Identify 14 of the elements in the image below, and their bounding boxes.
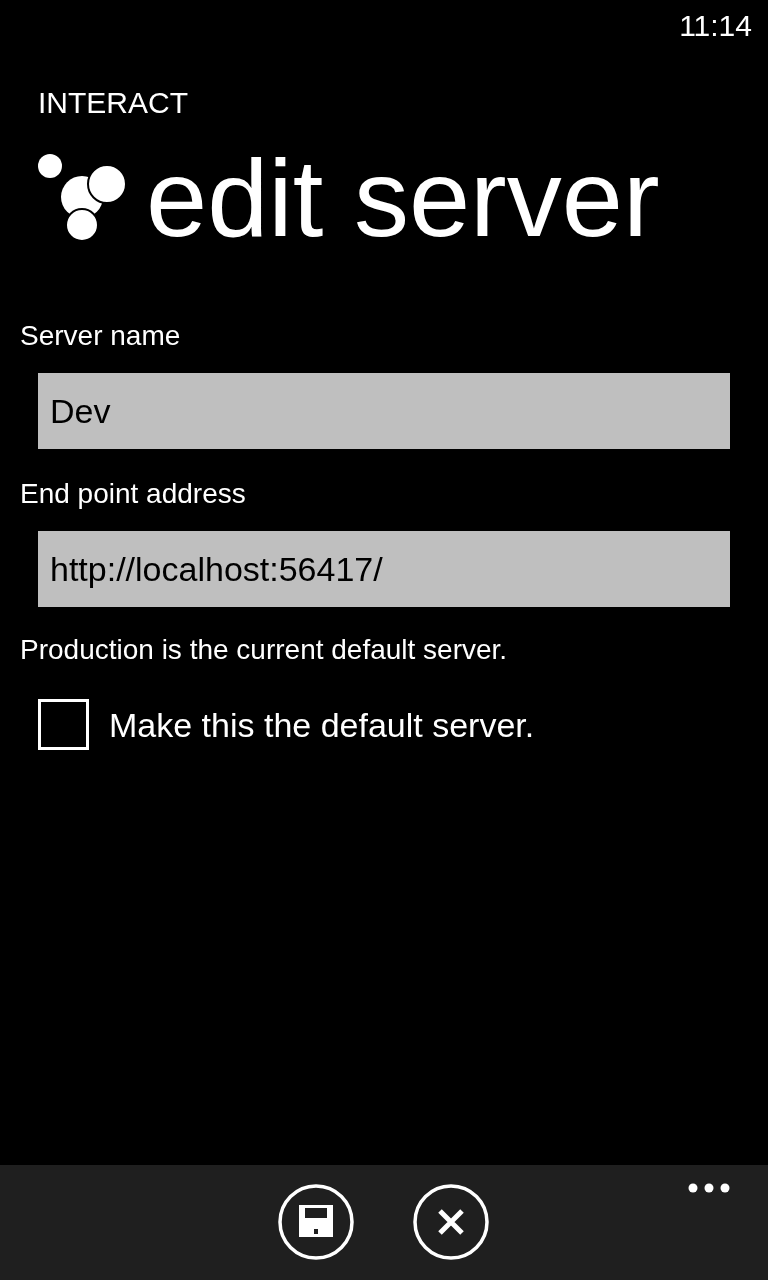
more-options-icon[interactable] xyxy=(688,1183,730,1193)
close-icon[interactable] xyxy=(413,1184,489,1260)
checkbox-label[interactable]: Make this the default server. xyxy=(109,704,535,745)
input-field[interactable]: Dev xyxy=(38,373,730,449)
checkbox[interactable] xyxy=(38,699,89,750)
field-label: Server name xyxy=(20,319,181,353)
status-time: 11:14 xyxy=(679,8,752,44)
save-icon[interactable] xyxy=(278,1184,354,1260)
input-field[interactable]: http://localhost:56417/ xyxy=(38,531,730,607)
info-text: Production is the current default server. xyxy=(20,633,508,667)
logo-icon xyxy=(38,154,126,242)
field-label: End point address xyxy=(20,477,246,511)
app-title: INTERACT xyxy=(38,86,188,120)
page-title: edit server xyxy=(146,148,660,248)
